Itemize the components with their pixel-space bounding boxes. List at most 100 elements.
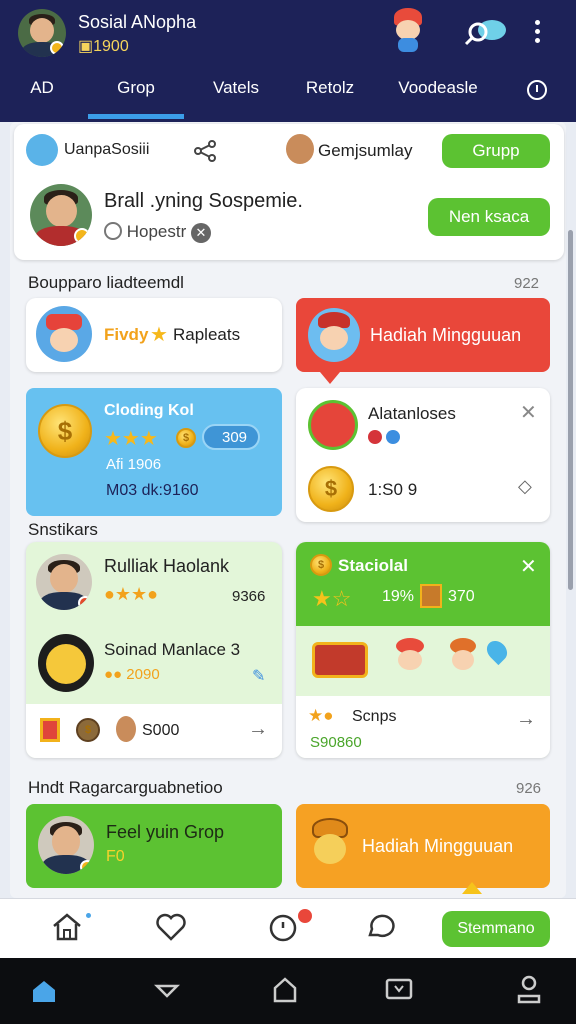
heart-icon[interactable] [154, 911, 188, 943]
bottom-action-button[interactable]: Stemmano [442, 911, 550, 947]
system-nav-bar [0, 958, 576, 1024]
footer-value: S000 [142, 722, 180, 739]
promo-label: Hadiah Mingguuan [370, 325, 522, 345]
green-promo-sub: F0 [106, 848, 125, 865]
active-tab-indicator [88, 114, 184, 119]
tab-ad[interactable]: AD [14, 78, 70, 102]
user-icon [116, 716, 136, 742]
close-icon[interactable]: ✕ [520, 400, 537, 425]
rating-stars: ★★★ [104, 428, 158, 450]
chat-icon[interactable] [364, 911, 396, 941]
location-icon [482, 636, 512, 666]
home-icon[interactable] [30, 978, 58, 1004]
coin-icon: $ [76, 718, 100, 742]
more-menu-icon[interactable] [532, 18, 542, 48]
arrow-icon[interactable]: → [516, 708, 536, 731]
member-icon [286, 134, 314, 164]
stats-title: Staciolal [338, 556, 408, 575]
coin-balance: ▣1900 [78, 38, 129, 55]
edit-icon[interactable]: ✎ [252, 666, 265, 686]
achievements-value: 1:S0 9 [368, 480, 418, 499]
green-promo-card[interactable]: Feel yuin Grop F0 [26, 804, 282, 888]
achievements-card[interactable]: Alatanloses ✕ $ 1:S0 9 ◇ [296, 388, 550, 522]
gem-icons [368, 430, 408, 446]
reward-label2: Rapleats [173, 325, 241, 344]
footer-title: Scnps [352, 708, 397, 725]
home-icon[interactable] [50, 911, 84, 943]
info-icon[interactable] [526, 79, 548, 101]
stat-percent: 19% [382, 588, 415, 605]
group-left-label: UanpaSosiii [64, 141, 150, 158]
promo-pointer [320, 372, 340, 384]
close-icon[interactable]: ✕ [520, 554, 537, 579]
footer-value: S90860 [310, 734, 362, 751]
mascot-icon [308, 818, 352, 870]
clock-icon[interactable] [268, 913, 298, 943]
mascot-icon[interactable] [388, 8, 426, 54]
alert-badge [298, 909, 312, 923]
chest-icon [420, 584, 442, 608]
profile-avatar[interactable] [18, 9, 66, 57]
stats-card: $ Staciolal ✕ ★☆ 19% 370 ★● Scnps S90860… [296, 542, 550, 758]
player-rewards: ●★★● [104, 584, 159, 604]
house-outline-icon[interactable] [272, 976, 298, 1004]
coin-icon: $ [38, 404, 92, 458]
diamond-icon: ◇ [518, 476, 532, 496]
coin-icon: $ [308, 466, 354, 512]
player-avatar[interactable] [30, 184, 92, 246]
orange-promo-label: Hadiah Mingguuan [362, 836, 514, 856]
group-button[interactable]: Grupp [442, 134, 550, 168]
achievements-title: Alatanloses [368, 404, 456, 423]
app-header: Sosial ANopha ▣1900 AD Grop Vatels Retol… [0, 0, 576, 122]
coin-icon: ▣ [78, 38, 94, 55]
coin-icon: $ [310, 554, 332, 576]
group-card: UanpaSosiii Gemjsumlay Grupp Brall .ynin… [14, 124, 564, 260]
orange-promo-card[interactable]: Hadiah Mingguuan [296, 804, 550, 894]
promo-red-card[interactable]: Hadiah Mingguuan [296, 298, 550, 384]
cloud-search-icon[interactable] [462, 14, 510, 48]
stat-stars: ★☆ [312, 586, 352, 611]
blue-title: Cloding Kol [104, 402, 194, 419]
card-footer: $ S000 → [26, 704, 282, 758]
blue-card[interactable]: $ Cloding Kol ★★★ $ 309 Afi 1906 M03 dk:… [26, 388, 282, 516]
treasure-icon [312, 642, 368, 678]
section-title: Hndt Ragarcarguabnetioo [28, 778, 223, 797]
value-pill: 309 [202, 424, 260, 450]
back-icon[interactable] [154, 980, 180, 1000]
player-name: Brall .yning Sospemie. [104, 190, 303, 212]
section-title: Snstikars [28, 520, 98, 539]
scrollbar[interactable] [568, 230, 573, 590]
recent-apps-icon[interactable] [384, 976, 414, 1004]
share-icon[interactable] [192, 138, 218, 164]
reward-card[interactable]: Fivdy ★ Rapleats [26, 298, 282, 372]
account-icon[interactable] [516, 974, 542, 1004]
star-icon: ★ [150, 324, 168, 346]
robot-icon [26, 134, 58, 166]
tab-vatels[interactable]: Vatels [196, 78, 276, 102]
reward-label: Fivdy [104, 325, 149, 344]
player-score: 9366 [232, 588, 266, 605]
players-card: Rulliak Haolank ●★★● 9366 Soinad Manlace… [26, 542, 282, 758]
token-cluster-icon [308, 400, 358, 450]
action-button[interactable]: Nen ksaca [428, 198, 550, 236]
stat-value: 370 [448, 588, 475, 605]
tab-retolz[interactable]: Retolz [292, 78, 368, 102]
close-icon[interactable]: ✕ [191, 223, 211, 243]
gift-icon [40, 718, 60, 742]
player-status: Hopestr ✕ [104, 222, 211, 243]
notification-dot [86, 913, 91, 918]
arrow-icon[interactable]: → [248, 718, 268, 741]
tab-voodeasle[interactable]: Voodeasle [386, 78, 490, 102]
blue-line2: Afi 1906 [106, 456, 162, 473]
player-avatar[interactable] [36, 554, 92, 610]
tab-grop[interactable]: Grop [88, 78, 184, 102]
player-avatar [38, 816, 94, 874]
section-title: Boupparo liadteemdl [28, 273, 184, 292]
bottom-app-nav: Stemmano [0, 898, 576, 958]
player-name: Soinad Manlace 3 [104, 640, 241, 659]
section-count: 926 [516, 780, 542, 797]
stats-header: $ Staciolal ✕ ★☆ 19% 370 [296, 542, 550, 626]
card-footer: ★● Scnps S90860 → [296, 696, 550, 758]
mascot-icon [36, 306, 92, 362]
player-coins: ●● 2090 [104, 666, 160, 683]
